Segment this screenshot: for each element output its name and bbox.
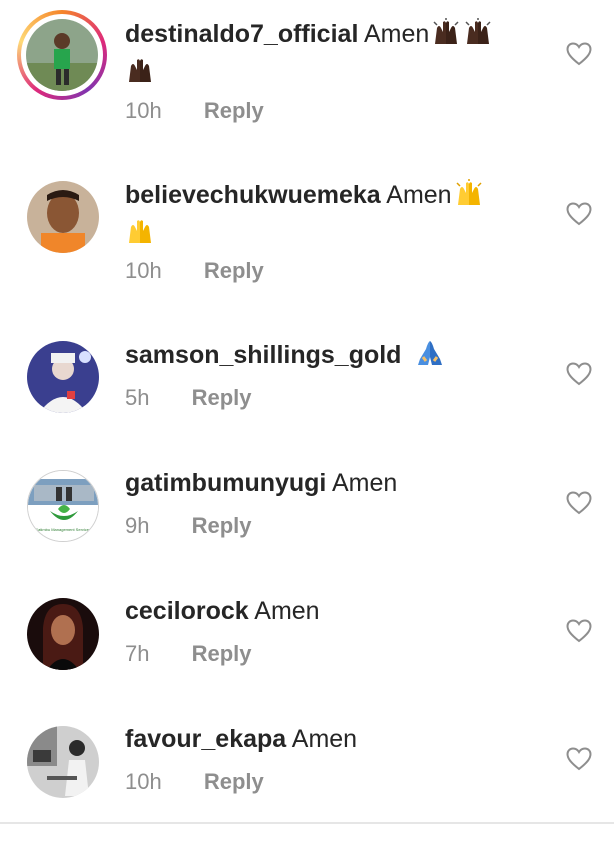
comment-meta: 5h Reply: [125, 385, 252, 411]
raising-hands-icon: [431, 18, 461, 55]
reply-button[interactable]: Reply: [192, 641, 252, 666]
comment-time: 5h: [125, 385, 150, 410]
comment-body: Amen: [291, 725, 358, 753]
heart-outline-icon[interactable]: [566, 362, 592, 386]
avatar[interactable]: Gatimbu Management Services: [27, 470, 99, 542]
comment-text: gatimbumunyugi Amen: [125, 466, 545, 500]
comment-username[interactable]: gatimbumunyugi: [125, 469, 326, 497]
heart-outline-icon[interactable]: [566, 619, 592, 643]
comment-text: cecilorock Amen: [125, 594, 545, 628]
comment-time: 10h: [125, 98, 162, 123]
comment-time: 7h: [125, 641, 150, 666]
comment-username[interactable]: cecilorock: [125, 597, 249, 625]
heart-outline-icon[interactable]: [566, 747, 592, 771]
comment-username[interactable]: favour_ekapa: [125, 725, 286, 753]
heart-outline-icon[interactable]: [566, 491, 592, 515]
comment-time: 9h: [125, 513, 150, 538]
avatar-caption: Gatimbu Management Services: [34, 527, 92, 532]
comment-text: believechukwuemeka Amen: [125, 178, 545, 254]
avatar[interactable]: [26, 19, 98, 91]
comment-body: Amen: [331, 469, 398, 497]
comment-meta: 10h Reply: [125, 769, 264, 795]
comment-meta: 9h Reply: [125, 513, 252, 539]
comment-username[interactable]: destinaldo7_official: [125, 20, 358, 48]
comment-time: 10h: [125, 258, 162, 283]
comment-meta: 10h Reply: [125, 258, 264, 284]
raising-hands-icon: [125, 56, 155, 93]
comment-time: 10h: [125, 769, 162, 794]
divider: [0, 822, 614, 824]
avatar[interactable]: [27, 726, 99, 798]
comment-meta: 7h Reply: [125, 641, 252, 667]
reply-button[interactable]: Reply: [204, 769, 264, 794]
reply-button[interactable]: Reply: [192, 513, 252, 538]
heart-outline-icon[interactable]: [566, 202, 592, 226]
avatar[interactable]: [27, 341, 99, 413]
reply-button[interactable]: Reply: [192, 385, 252, 410]
comment-body: Amen: [386, 181, 452, 209]
comment-username[interactable]: samson_shillings_gold: [125, 341, 401, 369]
comment-username[interactable]: believechukwuemeka: [125, 181, 381, 209]
comment-text: favour_ekapa Amen: [125, 722, 545, 756]
raising-hands-icon: [125, 217, 155, 254]
folded-hands-icon: [414, 339, 446, 376]
raising-hands-icon: [463, 18, 493, 55]
comment-text: samson_shillings_gold: [125, 338, 545, 376]
comment-meta: 10h Reply: [125, 98, 264, 124]
reply-button[interactable]: Reply: [204, 258, 264, 283]
comment-text: destinaldo7_official Amen: [125, 17, 545, 93]
comment-body: Amen: [363, 20, 430, 48]
raising-hands-icon: [454, 179, 484, 216]
heart-outline-icon[interactable]: [566, 42, 592, 66]
avatar[interactable]: [27, 181, 99, 253]
avatar[interactable]: [27, 598, 99, 670]
reply-button[interactable]: Reply: [204, 98, 264, 123]
comment-body: Amen: [254, 597, 320, 625]
